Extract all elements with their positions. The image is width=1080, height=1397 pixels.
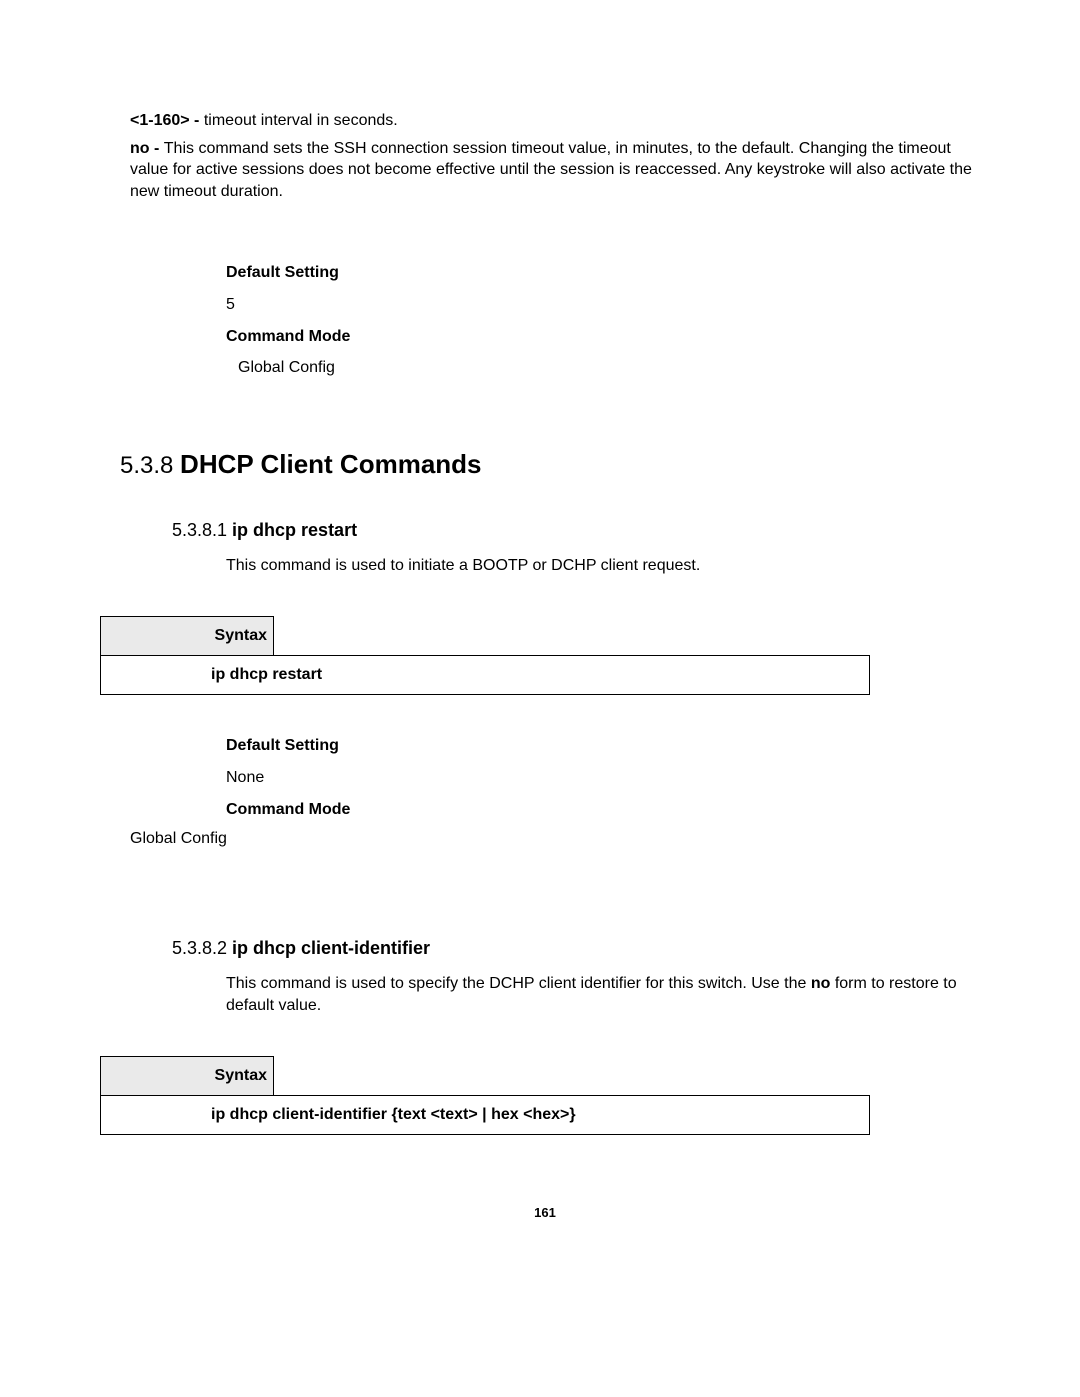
- table-row: ip dhcp restart: [101, 656, 870, 695]
- default-setting-label: Default Setting: [226, 735, 990, 757]
- command-mode-value: Global Config: [130, 830, 990, 848]
- subsection-title: ip dhcp restart: [232, 520, 357, 540]
- section-title: DHCP Client Commands: [180, 449, 481, 479]
- subsection-desc-2: This command is used to specify the DCHP…: [226, 973, 990, 1016]
- settings-block-1: Default Setting 5 Command Mode Global Co…: [226, 262, 990, 378]
- subsection-number: 5.3.8.2: [172, 938, 232, 958]
- syntax-table-2: Syntax ip dhcp client-identifier {text <…: [100, 1056, 870, 1135]
- command-mode-value: Global Config: [226, 357, 990, 379]
- no-label: no -: [130, 140, 164, 157]
- table-row: Syntax: [101, 617, 870, 656]
- param-desc: timeout interval in seconds.: [199, 112, 397, 129]
- subsection-number: 5.3.8.1: [172, 520, 232, 540]
- section-heading: 5.3.8 DHCP Client Commands: [120, 449, 990, 480]
- settings-block-2: Default Setting None Command Mode: [226, 735, 990, 820]
- default-setting-value: 5: [226, 294, 990, 316]
- default-setting-label: Default Setting: [226, 262, 990, 284]
- desc-bold: no: [811, 975, 831, 992]
- page-number: 161: [100, 1205, 990, 1220]
- subsection-heading-1: 5.3.8.1 ip dhcp restart: [172, 520, 990, 541]
- desc-pre: This command is used to specify the DCHP…: [226, 975, 811, 992]
- subsection-title: ip dhcp client-identifier: [232, 938, 430, 958]
- document-page: <1-160> - timeout interval in seconds. n…: [0, 0, 1080, 1270]
- syntax-label-cell: Syntax: [101, 617, 274, 656]
- syntax-table-1: Syntax ip dhcp restart: [100, 616, 870, 695]
- command-mode-label: Command Mode: [226, 799, 990, 821]
- no-line: no - This command sets the SSH connectio…: [130, 138, 990, 203]
- syntax-command-cell: ip dhcp client-identifier {text <text> |…: [101, 1096, 870, 1135]
- param-line: <1-160> - timeout interval in seconds.: [130, 110, 990, 132]
- table-row: Syntax: [101, 1057, 870, 1096]
- subsection-heading-2: 5.3.8.2 ip dhcp client-identifier: [172, 938, 990, 959]
- param-label: <1-160> -: [130, 112, 199, 129]
- subsection-desc: This command is used to initiate a BOOTP…: [226, 555, 990, 577]
- empty-cell: [274, 1057, 870, 1096]
- syntax-command-cell: ip dhcp restart: [101, 656, 870, 695]
- syntax-label-cell: Syntax: [101, 1057, 274, 1096]
- table-row: ip dhcp client-identifier {text <text> |…: [101, 1096, 870, 1135]
- default-setting-value: None: [226, 767, 990, 789]
- section-number: 5.3.8: [120, 452, 180, 479]
- no-desc: This command sets the SSH connection ses…: [130, 140, 972, 200]
- command-mode-label: Command Mode: [226, 326, 990, 348]
- empty-cell: [274, 617, 870, 656]
